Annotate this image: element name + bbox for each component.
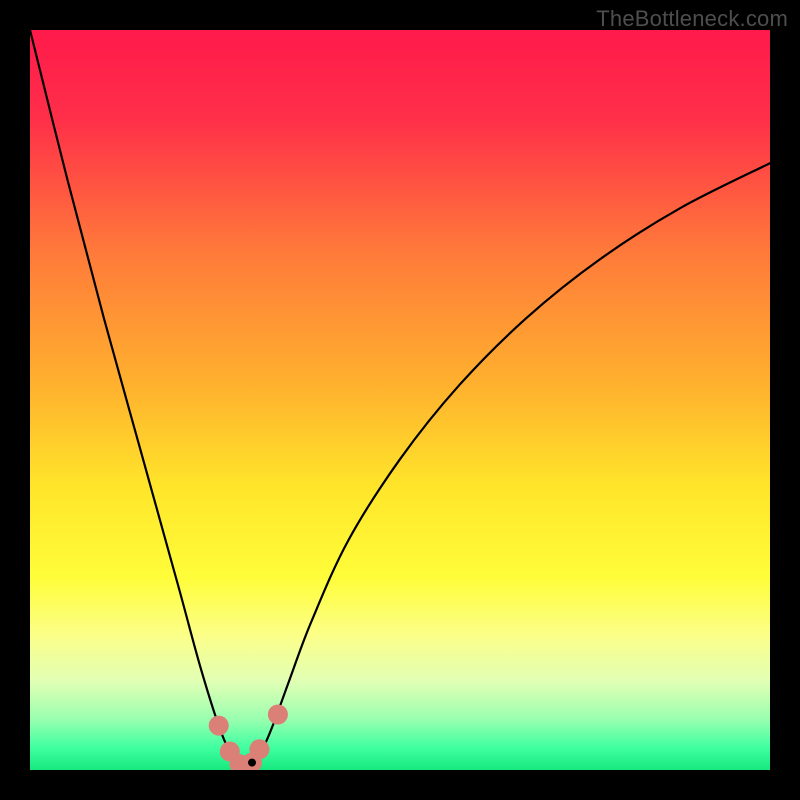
gradient-background <box>30 30 770 770</box>
data-marker <box>268 705 288 725</box>
trough-dot <box>248 759 256 767</box>
data-marker <box>209 716 229 736</box>
data-marker <box>249 739 269 759</box>
chart-svg <box>30 30 770 770</box>
watermark-text: TheBottleneck.com <box>596 6 788 32</box>
plot-area <box>30 30 770 770</box>
